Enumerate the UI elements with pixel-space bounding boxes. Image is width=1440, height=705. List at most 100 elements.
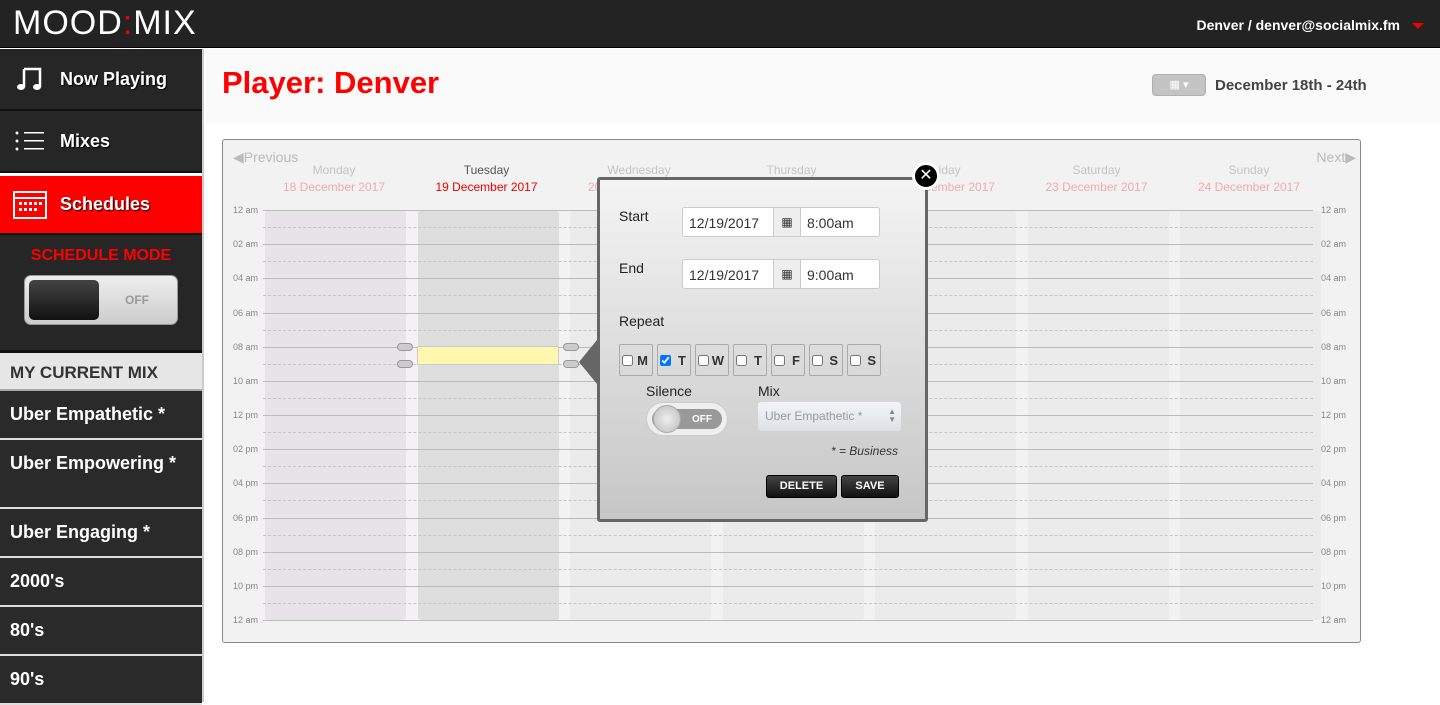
hour-line [263, 551, 1313, 553]
repeat-checkbox[interactable] [698, 354, 709, 366]
date-range: December 18th - 24th [1215, 77, 1367, 94]
half-line [263, 534, 1313, 536]
repeat-checkbox[interactable] [622, 354, 633, 366]
time-label: 08 am [1321, 341, 1347, 352]
mix-item[interactable]: 2000's [0, 558, 202, 607]
nav-label: Now Playing [60, 68, 168, 89]
page-title: Player: Denver [222, 65, 440, 100]
end-time-input[interactable]: 9:00am [801, 260, 860, 288]
day-name: Tuesday [463, 163, 510, 177]
day-letter: W [711, 352, 724, 368]
start-date-input[interactable]: 12/19/2017 [683, 208, 774, 236]
time-label: 10 pm [233, 580, 259, 591]
time-label: 12 am [1321, 205, 1347, 215]
half-line [263, 602, 1313, 604]
calendar-icon [0, 190, 60, 219]
repeat-day-2[interactable]: W [695, 344, 729, 376]
resize-handle[interactable] [563, 343, 579, 351]
save-button[interactable]: SAVE [841, 475, 899, 498]
mix-item[interactable]: Uber Empowering * [0, 440, 202, 509]
repeat-checkbox[interactable] [774, 354, 785, 366]
schedule-event[interactable] [417, 346, 559, 365]
day-date: 18 December 2017 [282, 180, 386, 194]
mix-item[interactable]: Uber Engaging * [0, 509, 202, 558]
time-label: 12 pm [1321, 410, 1347, 421]
time-label: 08 pm [233, 546, 259, 557]
hour-line [263, 620, 1313, 622]
repeat-day-5[interactable]: S [809, 344, 843, 376]
day-name: Friday [927, 163, 961, 177]
schedule-edit-popup: Start 12/19/2017 ▦ 8:00am End 12/19/2017… [579, 177, 928, 522]
end-date-input[interactable]: 12/19/2017 [683, 260, 774, 288]
repeat-label: Repeat [619, 313, 665, 329]
time-label: 06 am [233, 307, 259, 318]
time-label: 02 pm [1321, 444, 1347, 455]
current-mix-header: MY CURRENT MIX [0, 353, 202, 391]
sidebar-item-now-playing[interactable]: Now Playing [0, 49, 202, 111]
time-label: 06 pm [233, 512, 259, 523]
calendar-icon[interactable]: ▦ [774, 208, 801, 236]
popup-pointer [579, 340, 597, 384]
time-label: 04 pm [1321, 478, 1347, 489]
repeat-day-1[interactable]: T [657, 344, 691, 376]
start-label: Start [619, 208, 649, 224]
business-note: * = Business [830, 444, 898, 458]
day-name: Sunday [1228, 163, 1270, 177]
day-name: Thursday [766, 163, 817, 177]
repeat-checkbox[interactable] [812, 354, 823, 366]
day-letter: M [637, 352, 648, 368]
time-label: 12 am [233, 615, 259, 626]
time-label: 02 pm [233, 444, 259, 455]
delete-button[interactable]: DELETE [766, 475, 837, 498]
music-note-icon [0, 65, 60, 93]
mix-select[interactable]: Uber Empathetic * ▲ ▼ [758, 402, 901, 431]
list-icon [0, 131, 60, 151]
sidebar-item-schedules[interactable]: Schedules [0, 173, 202, 235]
time-label: 02 am [1321, 239, 1347, 250]
day-header: Monday 18 December 2017 [259, 163, 409, 194]
repeat-day-4[interactable]: F [771, 344, 805, 376]
calendar-icon[interactable]: ▦ [774, 260, 801, 288]
day-date: 19 December 2017 [435, 180, 538, 194]
mix-item[interactable]: 90's [0, 656, 202, 705]
day-letter: T [754, 352, 762, 368]
day-header: Tuesday 19 December 2017 [412, 163, 562, 194]
end-datetime: 12/19/2017 ▦ 9:00am [682, 259, 880, 289]
time-label: 04 am [1321, 273, 1347, 284]
repeat-checkbox[interactable] [736, 354, 747, 366]
schedule-mode-label: SCHEDULE MODE [30, 247, 172, 264]
nav-label: Schedules [60, 194, 151, 214]
time-label: 08 pm [1321, 546, 1347, 557]
close-icon[interactable]: ✕ [912, 162, 940, 190]
caret-down-icon[interactable] [1412, 23, 1424, 29]
resize-handle[interactable] [397, 360, 413, 368]
resize-handle[interactable] [563, 360, 579, 368]
repeat-checkbox[interactable] [660, 354, 671, 366]
schedule-mode-toggle[interactable]: OFF [24, 275, 178, 325]
time-label: 06 am [1321, 307, 1347, 318]
day-name: Saturday [1072, 163, 1121, 177]
repeat-checkbox[interactable] [850, 354, 861, 366]
sidebar-item-mixes[interactable]: Mixes [0, 111, 202, 173]
time-label: 10 am [233, 375, 259, 386]
silence-toggle[interactable]: OFF [646, 402, 728, 436]
day-letter: S [867, 352, 876, 368]
date-picker-button[interactable]: ▦ ▾ [1152, 74, 1206, 96]
time-label: 12 pm [233, 410, 259, 421]
start-time-input[interactable]: 8:00am [801, 208, 860, 236]
repeat-day-3[interactable]: T [733, 344, 767, 376]
mix-item[interactable]: Uber Empathetic * [0, 391, 202, 440]
day-date: 23 December 2017 [1045, 180, 1148, 194]
day-date: 24 December 2017 [1197, 180, 1301, 194]
time-label: 04 am [233, 273, 259, 284]
logo: MOOD:MIX [13, 4, 197, 42]
day-header: Saturday 23 December 2017 [1022, 163, 1172, 194]
resize-handle[interactable] [397, 343, 413, 351]
mix-item[interactable]: 80's [0, 607, 202, 656]
day-letter: S [829, 352, 838, 368]
nav-label: Mixes [60, 130, 111, 151]
user-menu[interactable]: Denver / denver@socialmix.fm [1196, 17, 1400, 33]
repeat-day-0[interactable]: M [619, 344, 653, 376]
end-label: End [619, 260, 644, 276]
repeat-day-6[interactable]: S [847, 344, 881, 376]
